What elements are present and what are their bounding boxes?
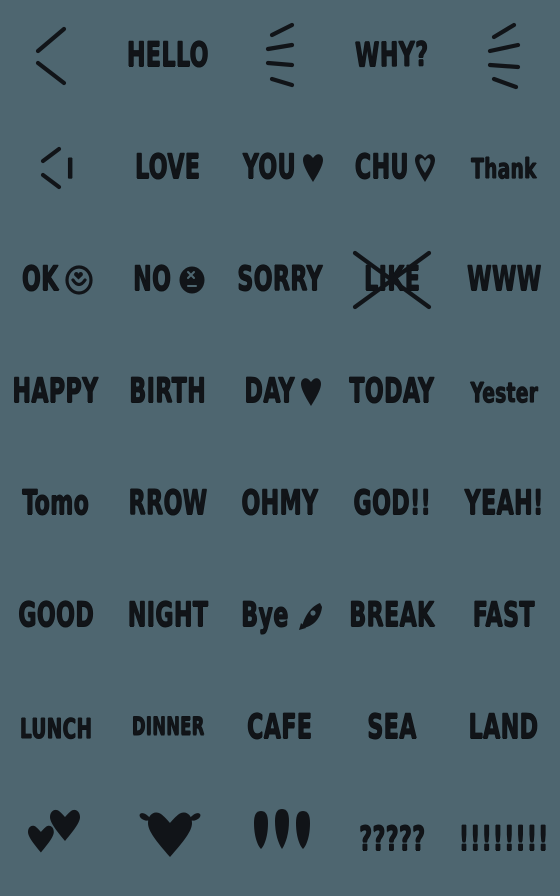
- smiley-heart-eyes-icon: [64, 264, 94, 296]
- sticker-word: CAFE: [247, 707, 313, 748]
- sticker-cell[interactable]: [112, 784, 224, 896]
- sticker-cell[interactable]: YOU: [224, 112, 336, 224]
- sticker-cell[interactable]: LIKE: [336, 224, 448, 336]
- winged-heart-icon: [138, 805, 201, 875]
- sticker-word: CHU: [354, 147, 409, 188]
- sticker-cell[interactable]: RROW: [112, 448, 224, 560]
- heart-filled-icon: [301, 377, 322, 407]
- sticker-cell[interactable]: OHMY: [224, 448, 336, 560]
- sticker-cell[interactable]: HELLO: [112, 0, 224, 112]
- sticker-word: BREAK: [349, 595, 435, 636]
- cross-out-icon: [349, 249, 435, 311]
- sticker-word: GOOD: [18, 595, 94, 636]
- sticker-word: SEA: [367, 707, 417, 748]
- sticker-word: RROW: [128, 483, 208, 524]
- sticker-word: I: [66, 151, 75, 185]
- sticker-cell[interactable]: LOVE: [112, 112, 224, 224]
- sticker-word: HAPPY: [12, 371, 100, 412]
- sticker-cell[interactable]: [0, 784, 112, 896]
- sticker-cell[interactable]: [0, 0, 112, 112]
- sticker-word: TODAY: [349, 371, 435, 412]
- emphasis-lines-icon: [474, 21, 534, 91]
- smiley-dead-face-icon: [177, 264, 207, 296]
- sticker-cell[interactable]: BREAK: [336, 560, 448, 672]
- sticker-word: HELLO: [127, 35, 209, 76]
- sticker-cell[interactable]: TODAY: [336, 336, 448, 448]
- sticker-cell[interactable]: Bye: [224, 560, 336, 672]
- two-hearts-icon: [26, 805, 86, 875]
- sticker-cell[interactable]: Thank: [448, 112, 560, 224]
- heart-filled-icon: [302, 153, 323, 183]
- heart-outline-icon: [415, 153, 436, 183]
- sticker-word: WWW: [466, 259, 542, 300]
- speed-lines-left-icon: [37, 143, 65, 193]
- sticker-cell[interactable]: DAY: [224, 336, 336, 448]
- sticker-word: Tomo: [22, 483, 90, 524]
- sticker-cell[interactable]: LUNCH: [0, 672, 112, 784]
- sticker-word: DINNER: [131, 713, 205, 742]
- sticker-word: NIGHT: [127, 595, 209, 636]
- sticker-cell[interactable]: HAPPY: [0, 336, 112, 448]
- sticker-cell[interactable]: Tomo: [0, 448, 112, 560]
- sticker-cell[interactable]: DINNER: [112, 672, 224, 784]
- sticker-word: Yester: [470, 375, 538, 409]
- sticker-cell[interactable]: ?????: [336, 784, 448, 896]
- sticker-word: DAY: [244, 371, 295, 412]
- sticker-cell[interactable]: FAST: [448, 560, 560, 672]
- sticker-cell[interactable]: LAND: [448, 672, 560, 784]
- sticker-word: OHMY: [241, 483, 319, 524]
- sticker-cell[interactable]: OK: [0, 224, 112, 336]
- sticker-cell[interactable]: YEAH!: [448, 448, 560, 560]
- sticker-word: NO: [133, 259, 172, 300]
- sticker-word: ?????: [358, 819, 426, 860]
- sticker-word: YOU: [242, 147, 297, 188]
- sticker-cell[interactable]: NIGHT: [112, 560, 224, 672]
- sticker-cell[interactable]: SEA: [336, 672, 448, 784]
- sticker-word: SORRY: [237, 259, 323, 300]
- sticker-word: Bye: [241, 595, 289, 636]
- sticker-cell[interactable]: !!!!!!!!: [448, 784, 560, 896]
- sticker-word: LAND: [469, 707, 539, 748]
- sticker-grid: HELLO WHY? I LOVE YOU CHU Thank OK NO SO…: [0, 0, 560, 896]
- sticker-cell[interactable]: GOOD: [0, 560, 112, 672]
- sticker-word: Thank: [471, 151, 537, 185]
- sticker-cell[interactable]: WWW: [448, 224, 560, 336]
- sticker-cell[interactable]: CHU: [336, 112, 448, 224]
- sticker-word: BIRTH: [129, 371, 207, 412]
- sticker-cell[interactable]: SORRY: [224, 224, 336, 336]
- sticker-word: WHY?: [355, 35, 429, 76]
- sticker-word: GOD!!: [353, 483, 431, 524]
- rocket-icon: [298, 601, 324, 631]
- three-sweat-drops-icon: [250, 805, 310, 875]
- sticker-word: YEAH!: [464, 483, 544, 524]
- sticker-cell[interactable]: GOD!!: [336, 448, 448, 560]
- sticker-cell[interactable]: [224, 0, 336, 112]
- sticker-cell[interactable]: Yester: [448, 336, 560, 448]
- sticker-word: OK: [22, 259, 59, 300]
- sticker-cell[interactable]: [224, 784, 336, 896]
- emphasis-lines-icon: [250, 21, 310, 91]
- sticker-cell[interactable]: CAFE: [224, 672, 336, 784]
- sticker-cell[interactable]: [448, 0, 560, 112]
- sticker-cell[interactable]: BIRTH: [112, 336, 224, 448]
- sticker-word: LOVE: [135, 147, 201, 188]
- sticker-word: FAST: [472, 595, 536, 636]
- sticker-cell[interactable]: NO: [112, 224, 224, 336]
- sticker-word: LUNCH: [19, 711, 93, 745]
- sticker-word: !!!!!!!!: [458, 819, 550, 860]
- speed-lines-left-icon: [26, 21, 86, 91]
- sticker-cell[interactable]: I: [0, 112, 112, 224]
- sticker-cell[interactable]: WHY?: [336, 0, 448, 112]
